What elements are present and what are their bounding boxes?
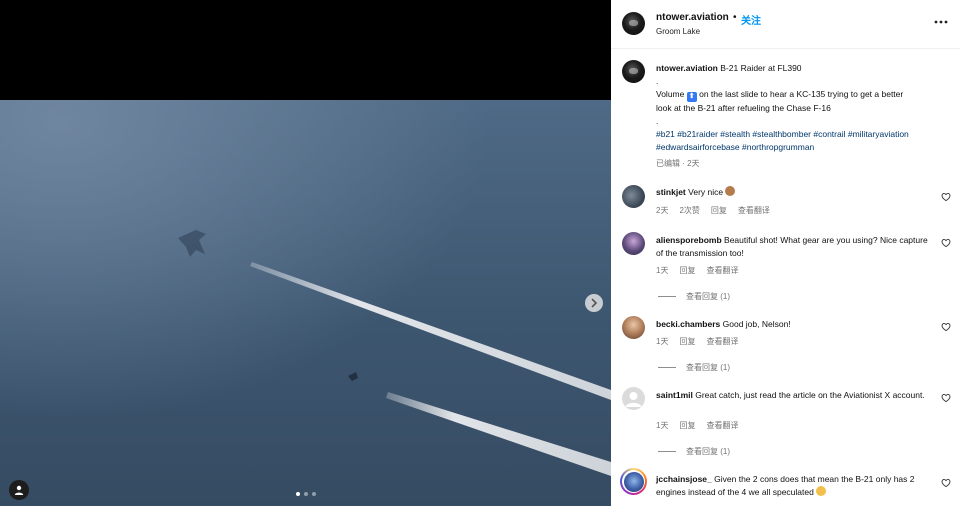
media-letterbox — [0, 0, 611, 100]
comment-text: saint1mil Great catch, just read the art… — [656, 389, 936, 402]
follow-button[interactable]: 关注 — [741, 12, 761, 27]
slide-dot — [312, 492, 316, 496]
heart-icon[interactable] — [941, 478, 951, 488]
commenter-avatar[interactable] — [622, 232, 645, 255]
chase-aircraft — [348, 372, 358, 381]
see-translation-button[interactable]: 查看翻译 — [738, 205, 770, 216]
comments-panel: ntower.aviation • 关注 Groom Lake ntower.a… — [611, 0, 960, 506]
comment-time: 1天 — [656, 421, 669, 430]
see-translation-button[interactable]: 查看翻译 — [706, 336, 738, 347]
comment-text: stinkjet Very nice — [656, 186, 926, 199]
comment-time: 1天 — [656, 337, 669, 346]
next-slide-button[interactable] — [585, 294, 603, 312]
user-tag-icon — [14, 485, 24, 495]
comment-text: aliensporebomb Beautiful shot! What gear… — [656, 234, 936, 260]
comment-meta: 1天 回复 查看翻译 — [656, 420, 738, 431]
caption-dot: . — [656, 76, 659, 86]
comment-meta: 2天 2次赞 回复 查看翻译 — [656, 205, 770, 216]
avatar-image — [623, 471, 644, 492]
commenter-avatar-default[interactable] — [622, 387, 645, 410]
caption-volume: Volume — [656, 89, 685, 99]
view-replies-label: 查看回复 (1) — [686, 363, 730, 372]
heart-icon[interactable] — [941, 192, 951, 202]
caption-hashtags[interactable]: #b21 #b21raider #stealth #stealthbomber … — [656, 128, 926, 154]
see-translation-button[interactable]: 查看翻译 — [706, 420, 738, 431]
post-location[interactable]: Groom Lake — [656, 27, 700, 36]
comment-username[interactable]: becki.chambers — [656, 319, 720, 329]
replies-divider — [658, 451, 676, 452]
heart-icon[interactable] — [941, 393, 951, 403]
replies-divider — [658, 296, 676, 297]
caption-title: B-21 Raider at FL390 — [720, 63, 802, 73]
caption-block: ntower.aviation B-21 Raider at FL390 . V… — [656, 62, 946, 170]
thinking-face-icon — [816, 486, 827, 496]
up-arrow-emoji-icon: ⬆ — [686, 92, 697, 102]
contrail-upper — [250, 262, 611, 400]
view-replies-button[interactable]: 查看回复 (1) — [658, 291, 730, 302]
more-horizontal-icon[interactable] — [933, 14, 949, 30]
commenter-avatar[interactable] — [622, 316, 645, 339]
author-avatar[interactable] — [622, 12, 645, 35]
reply-button[interactable]: 回复 — [679, 420, 695, 431]
comment-time: 1天 — [656, 266, 669, 275]
post-header: ntower.aviation • 关注 Groom Lake — [611, 0, 960, 49]
post-photo — [0, 100, 611, 506]
post-media — [0, 0, 611, 506]
contrail-lower — [386, 392, 611, 476]
aircraft-silhouette — [178, 230, 206, 257]
view-replies-button[interactable]: 查看回复 (1) — [658, 362, 730, 373]
user-tag-button[interactable] — [9, 480, 29, 500]
default-avatar-icon — [625, 392, 642, 407]
comment-body: Good job, Nelson! — [722, 319, 791, 329]
caption-author-avatar[interactable] — [622, 60, 645, 83]
commenter-avatar-story-ring[interactable] — [620, 468, 647, 495]
reply-button[interactable]: 回复 — [679, 336, 695, 347]
comment-text: jcchainsjose_ Given the 2 cons does that… — [656, 473, 936, 499]
heart-icon[interactable] — [941, 238, 951, 248]
comment-body: Very nice — [688, 187, 724, 197]
view-replies-label: 查看回复 (1) — [686, 292, 730, 301]
header-separator: • — [733, 12, 737, 23]
comment-time: 2天 — [656, 206, 669, 215]
comment-username[interactable]: saint1mil — [656, 390, 693, 400]
author-username[interactable]: ntower.aviation — [656, 12, 729, 23]
caption-edited-time: 已编辑 · 2天 — [656, 159, 700, 168]
comment-username[interactable]: jcchainsjose_ — [656, 474, 712, 484]
caption-author[interactable]: ntower.aviation — [656, 63, 718, 73]
view-replies-button[interactable]: 查看回复 (1) — [658, 446, 730, 457]
comment-username[interactable]: aliensporebomb — [656, 235, 722, 245]
see-translation-button[interactable]: 查看翻译 — [706, 265, 738, 276]
reply-button[interactable]: 回复 — [711, 205, 727, 216]
comment-username[interactable]: stinkjet — [656, 187, 686, 197]
view-replies-label: 查看回复 (1) — [686, 447, 730, 456]
sky-photo-art — [178, 230, 611, 476]
comment-body: Great catch, just read the article on th… — [695, 390, 925, 400]
chevron-right-icon — [591, 298, 598, 308]
reply-button[interactable]: 回复 — [679, 265, 695, 276]
commenter-avatar[interactable] — [622, 185, 645, 208]
comment-likes[interactable]: 2次赞 — [679, 205, 699, 216]
clapping-hands-icon — [725, 186, 736, 196]
replies-divider — [658, 367, 676, 368]
avatar-ring-inner — [622, 470, 645, 493]
heart-icon[interactable] — [941, 322, 951, 332]
caption-dot: . — [656, 116, 659, 126]
comment-meta: 1天 回复 查看翻译 — [656, 336, 738, 347]
comment-meta: 1天 回复 查看翻译 — [656, 265, 738, 276]
slide-dot-active — [296, 492, 300, 496]
comment-text: becki.chambers Good job, Nelson! — [656, 318, 926, 331]
slide-dot — [304, 492, 308, 496]
slide-indicator — [296, 492, 316, 496]
